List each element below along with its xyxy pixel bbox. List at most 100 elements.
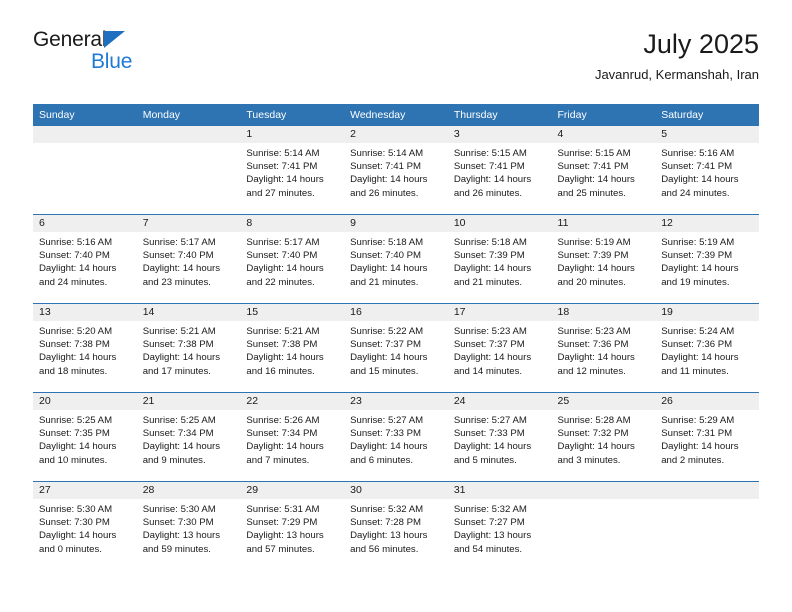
day-cell-inner: 22 Sunrise: 5:26 AM Sunset: 7:34 PM Dayligh… [240,393,345,481]
sunset-time: Sunset: 7:36 PM [557,339,629,351]
day-number [136,126,241,143]
day-cell-inner: 26 Sunrise: 5:29 AM Sunset: 7:31 PM Dayligh… [655,393,759,481]
calendar-day-cell[interactable]: 5 Sunrise: 5:16 AM Sunset: 7:41 PM Daylight… [655,126,759,215]
day-number [655,482,759,499]
day-details: Sunrise: 5:23 AM Sunset: 7:36 PM Daylight:… [552,321,656,378]
day-cell-inner: 16 Sunrise: 5:22 AM Sunset: 7:37 PM Dayligh… [344,304,448,392]
sunset-time: Sunset: 7:30 PM [142,517,214,529]
day-details: Sunrise: 5:27 AM Sunset: 7:33 PM Daylight:… [448,410,552,467]
calendar-day-cell[interactable]: 6 Sunrise: 5:16 AM Sunset: 7:40 PM Daylight… [33,214,137,304]
day-number: 14 [136,304,241,321]
calendar-day-cell[interactable]: 12 Sunrise: 5:19 AM Sunset: 7:39 PM Dayligh… [655,214,759,304]
calendar-day-cell[interactable]: 30 Sunrise: 5:32 AM Sunset: 7:28 PM Dayligh… [344,481,448,570]
daylight-duration-line1: Daylight: 14 hours [661,174,739,186]
sunset-time: Sunset: 7:39 PM [661,250,733,262]
daylight-duration-line1: Daylight: 14 hours [661,352,739,364]
calendar-day-cell[interactable]: 29 Sunrise: 5:31 AM Sunset: 7:29 PM Dayligh… [240,481,345,570]
day-number: 3 [447,126,552,143]
day-details: Sunrise: 5:31 AM Sunset: 7:29 PM Daylight:… [240,499,344,556]
sunset-time: Sunset: 7:31 PM [661,428,733,440]
day-details [33,143,137,147]
weekday-header-thursday: Thursday [447,104,552,126]
calendar-day-cell[interactable]: 10 Sunrise: 5:18 AM Sunset: 7:39 PM Dayligh… [447,214,552,304]
calendar-day-cell[interactable]: 24 Sunrise: 5:27 AM Sunset: 7:33 PM Dayligh… [447,392,552,482]
sunset-time: Sunset: 7:41 PM [350,161,422,173]
calendar-day-cell[interactable]: 19 Sunrise: 5:24 AM Sunset: 7:36 PM Dayligh… [655,303,759,393]
calendar-day-cell[interactable]: 21 Sunrise: 5:25 AM Sunset: 7:34 PM Dayligh… [136,392,241,482]
daylight-duration-line2: and 25 minutes. [557,187,626,199]
daylight-duration-line2: and 2 minutes. [661,454,725,466]
day-number: 22 [240,393,345,410]
weekday-header-wednesday: Wednesday [344,104,448,126]
calendar-day-cell[interactable]: 14 Sunrise: 5:21 AM Sunset: 7:38 PM Dayligh… [136,303,241,393]
day-details: Sunrise: 5:22 AM Sunset: 7:37 PM Daylight:… [344,321,448,378]
day-details: Sunrise: 5:32 AM Sunset: 7:27 PM Daylight:… [448,499,552,556]
day-details: Sunrise: 5:18 AM Sunset: 7:39 PM Daylight:… [448,232,552,289]
sunset-time: Sunset: 7:37 PM [350,339,422,351]
day-details: Sunrise: 5:15 AM Sunset: 7:41 PM Daylight:… [448,143,552,200]
daylight-duration-line2: and 5 minutes. [453,454,517,466]
calendar-day-cell[interactable]: 23 Sunrise: 5:27 AM Sunset: 7:33 PM Dayligh… [344,392,448,482]
calendar-day-cell[interactable]: 9 Sunrise: 5:18 AM Sunset: 7:40 PM Daylight… [344,214,448,304]
calendar-day-cell[interactable]: 26 Sunrise: 5:29 AM Sunset: 7:31 PM Dayligh… [655,392,759,482]
day-cell-inner: 11 Sunrise: 5:19 AM Sunset: 7:39 PM Dayligh… [551,215,656,303]
day-cell-inner: 12 Sunrise: 5:19 AM Sunset: 7:39 PM Dayligh… [655,215,759,303]
calendar-week-row: 1 Sunrise: 5:14 AM Sunset: 7:41 PM Daylight… [33,126,759,215]
sunset-time: Sunset: 7:33 PM [350,428,422,440]
daylight-duration-line2: and 23 minutes. [142,276,211,288]
calendar-day-cell[interactable]: 13 Sunrise: 5:20 AM Sunset: 7:38 PM Dayligh… [33,303,137,393]
sunrise-time: Sunrise: 5:25 AM [39,415,113,426]
day-cell-inner: 17 Sunrise: 5:23 AM Sunset: 7:37 PM Dayligh… [447,304,552,392]
daylight-duration-line1: Daylight: 14 hours [142,441,221,453]
day-number: 17 [447,304,552,321]
day-details: Sunrise: 5:29 AM Sunset: 7:31 PM Daylight:… [655,410,759,467]
sunset-time: Sunset: 7:38 PM [142,339,214,351]
calendar-day-cell[interactable]: 11 Sunrise: 5:19 AM Sunset: 7:39 PM Dayligh… [551,214,656,304]
day-cell-inner: 1 Sunrise: 5:14 AM Sunset: 7:41 PM Daylight… [240,126,345,214]
day-number: 27 [33,482,137,499]
sunset-time: Sunset: 7:38 PM [39,339,110,351]
calendar-day-cell[interactable]: 4 Sunrise: 5:15 AM Sunset: 7:41 PM Daylight… [551,126,656,215]
day-number: 28 [136,482,241,499]
sunset-time: Sunset: 7:34 PM [246,428,318,440]
calendar-day-cell[interactable]: 16 Sunrise: 5:22 AM Sunset: 7:37 PM Dayligh… [344,303,448,393]
calendar-day-cell[interactable]: 2 Sunrise: 5:14 AM Sunset: 7:41 PM Daylight… [344,126,448,215]
day-details [137,143,241,147]
weekday-header-friday: Friday [551,104,656,126]
day-details: Sunrise: 5:27 AM Sunset: 7:33 PM Daylight:… [344,410,448,467]
calendar-day-cell[interactable]: 27 Sunrise: 5:30 AM Sunset: 7:30 PM Dayligh… [33,481,137,570]
logo-text-blue: Blue [91,50,133,73]
calendar-day-cell[interactable]: 28 Sunrise: 5:30 AM Sunset: 7:30 PM Dayligh… [136,481,241,570]
daylight-duration-line1: Daylight: 14 hours [661,263,739,275]
calendar-day-cell[interactable]: 7 Sunrise: 5:17 AM Sunset: 7:40 PM Daylight… [136,214,241,304]
day-number: 11 [551,215,656,232]
calendar-day-cell[interactable]: 31 Sunrise: 5:32 AM Sunset: 7:27 PM Dayligh… [447,481,552,570]
day-number: 18 [551,304,656,321]
calendar-day-cell[interactable]: 18 Sunrise: 5:23 AM Sunset: 7:36 PM Dayligh… [551,303,656,393]
day-number: 6 [33,215,137,232]
calendar-day-cell[interactable]: 15 Sunrise: 5:21 AM Sunset: 7:38 PM Dayligh… [240,303,345,393]
calendar-day-cell[interactable]: 20 Sunrise: 5:25 AM Sunset: 7:35 PM Dayligh… [33,392,137,482]
day-details: Sunrise: 5:21 AM Sunset: 7:38 PM Daylight:… [240,321,344,378]
calendar-day-cell[interactable]: 17 Sunrise: 5:23 AM Sunset: 7:37 PM Dayligh… [447,303,552,393]
calendar-day-cell[interactable]: 1 Sunrise: 5:14 AM Sunset: 7:41 PM Daylight… [240,126,345,215]
day-cell-inner: 30 Sunrise: 5:32 AM Sunset: 7:28 PM Dayligh… [344,482,448,570]
sunrise-sunset-calendar: Sunday Monday Tuesday Wednesday Thursday… [33,104,759,570]
sunrise-time: Sunrise: 5:16 AM [39,237,113,248]
day-number: 5 [655,126,759,143]
daylight-duration-line2: and 24 minutes. [661,187,730,199]
daylight-duration-line1: Daylight: 14 hours [453,174,532,186]
calendar-day-cell[interactable]: 3 Sunrise: 5:15 AM Sunset: 7:41 PM Daylight… [447,126,552,215]
daylight-duration-line1: Daylight: 13 hours [453,530,532,542]
day-cell-inner: 23 Sunrise: 5:27 AM Sunset: 7:33 PM Dayligh… [344,393,448,481]
day-cell-inner: 10 Sunrise: 5:18 AM Sunset: 7:39 PM Dayligh… [447,215,552,303]
daylight-duration-line2: and 26 minutes. [350,187,419,199]
calendar-day-cell[interactable]: 22 Sunrise: 5:26 AM Sunset: 7:34 PM Dayligh… [240,392,345,482]
daylight-duration-line2: and 18 minutes. [39,365,108,377]
sunset-time: Sunset: 7:28 PM [350,517,422,529]
day-details: Sunrise: 5:24 AM Sunset: 7:36 PM Daylight:… [655,321,759,378]
calendar-body: 1 Sunrise: 5:14 AM Sunset: 7:41 PM Daylight… [33,126,759,570]
sunrise-time: Sunrise: 5:23 AM [557,326,631,337]
calendar-day-cell[interactable]: 25 Sunrise: 5:28 AM Sunset: 7:32 PM Dayligh… [551,392,656,482]
calendar-day-cell[interactable]: 8 Sunrise: 5:17 AM Sunset: 7:40 PM Daylight… [240,214,345,304]
